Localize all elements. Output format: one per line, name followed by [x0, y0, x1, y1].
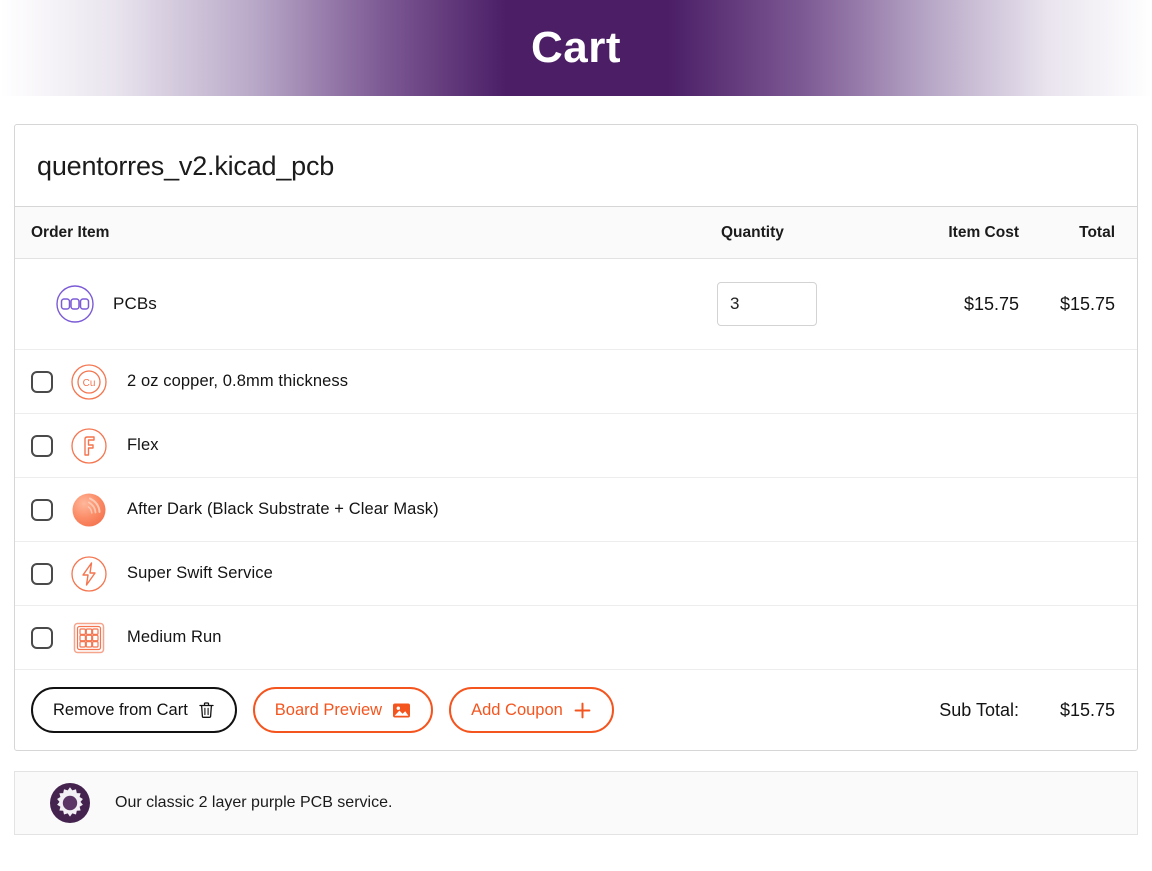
table-row-pcbs: PCBs $15.75 $15.75 [15, 259, 1137, 350]
service-note-text: Our classic 2 layer purple PCB service. [115, 794, 393, 811]
option-checkbox-super-swift[interactable] [31, 562, 53, 585]
option-checkbox-medium-run[interactable] [31, 626, 53, 649]
trash-icon [198, 701, 215, 719]
board-preview-label: Board Preview [274, 700, 383, 719]
board-preview-button[interactable]: Board Preview [252, 687, 434, 733]
subtotal-label: Sub Total: [939, 699, 1019, 720]
flex-icon [67, 424, 111, 468]
column-header-quantity: Quantity [721, 223, 784, 241]
plus-icon [573, 701, 592, 720]
page-header-banner: Cart [0, 0, 1152, 96]
option-checkbox-flex[interactable] [31, 434, 53, 457]
cart-footer: Remove from Cart Board Preview Add Coupo… [15, 670, 1137, 750]
svg-text:Cu: Cu [83, 378, 96, 389]
copper-icon: Cu [67, 360, 111, 404]
subtotal-group: Sub Total: $15.75 [939, 700, 1115, 721]
cart-item-cell: PCBs [31, 282, 699, 326]
cart-item-label: PCBs [113, 294, 157, 313]
cart-option-cell: After Dark (Black Substrate + Clear Mask… [31, 488, 699, 532]
cart-option-cell: Super Swift Service [31, 552, 699, 596]
lightning-icon [67, 552, 111, 596]
quantity-cell [699, 282, 889, 326]
option-label-flex: Flex [127, 436, 159, 454]
cart-option-cell: Flex [31, 424, 699, 468]
remove-from-cart-label: Remove from Cart [53, 700, 188, 719]
page-body: quentorres_v2.kicad_pcb Order Item Quant… [0, 124, 1152, 835]
add-coupon-label: Add Coupon [471, 700, 563, 719]
image-icon [392, 701, 411, 720]
table-row-option-medium-run: Medium Run [15, 606, 1137, 670]
service-note-bar: Our classic 2 layer purple PCB service. [14, 771, 1138, 835]
cart-filename: quentorres_v2.kicad_pcb [15, 125, 1137, 207]
remove-from-cart-button[interactable]: Remove from Cart [31, 687, 237, 733]
option-label-after-dark: After Dark (Black Substrate + Clear Mask… [127, 500, 439, 518]
page-title: Cart [530, 23, 622, 72]
column-header-order-item: Order Item [31, 223, 110, 241]
table-row-option-flex: Flex [15, 414, 1137, 478]
option-label-medium-run: Medium Run [127, 628, 222, 646]
column-header-total: Total [1079, 223, 1115, 241]
item-total-value: $15.75 [1059, 293, 1115, 314]
table-row-option-super-swift: Super Swift Service [15, 542, 1137, 606]
cart-table-header: Order Item Quantity Item Cost Total [15, 207, 1137, 259]
item-cost-value: $15.75 [963, 293, 1019, 314]
after-dark-icon [67, 488, 111, 532]
add-coupon-button[interactable]: Add Coupon [449, 687, 614, 733]
column-header-item-cost: Item Cost [948, 223, 1019, 241]
option-label-super-swift: Super Swift Service [127, 564, 273, 582]
cart-option-cell: Cu 2 oz copper, 0.8mm thickness [31, 360, 699, 404]
gear-icon [49, 782, 91, 824]
quantity-input[interactable] [717, 282, 817, 326]
cart-card: quentorres_v2.kicad_pcb Order Item Quant… [14, 124, 1138, 751]
grid-run-icon [67, 616, 111, 660]
table-row-option-after-dark: After Dark (Black Substrate + Clear Mask… [15, 478, 1137, 542]
pcb-stack-icon [53, 282, 97, 326]
option-label-copper: 2 oz copper, 0.8mm thickness [127, 372, 349, 390]
option-checkbox-copper[interactable] [31, 370, 53, 393]
option-checkbox-after-dark[interactable] [31, 498, 53, 521]
subtotal-value: $15.75 [1059, 699, 1115, 720]
cart-option-cell: Medium Run [31, 616, 699, 660]
table-row-option-copper: Cu 2 oz copper, 0.8mm thickness [15, 350, 1137, 414]
